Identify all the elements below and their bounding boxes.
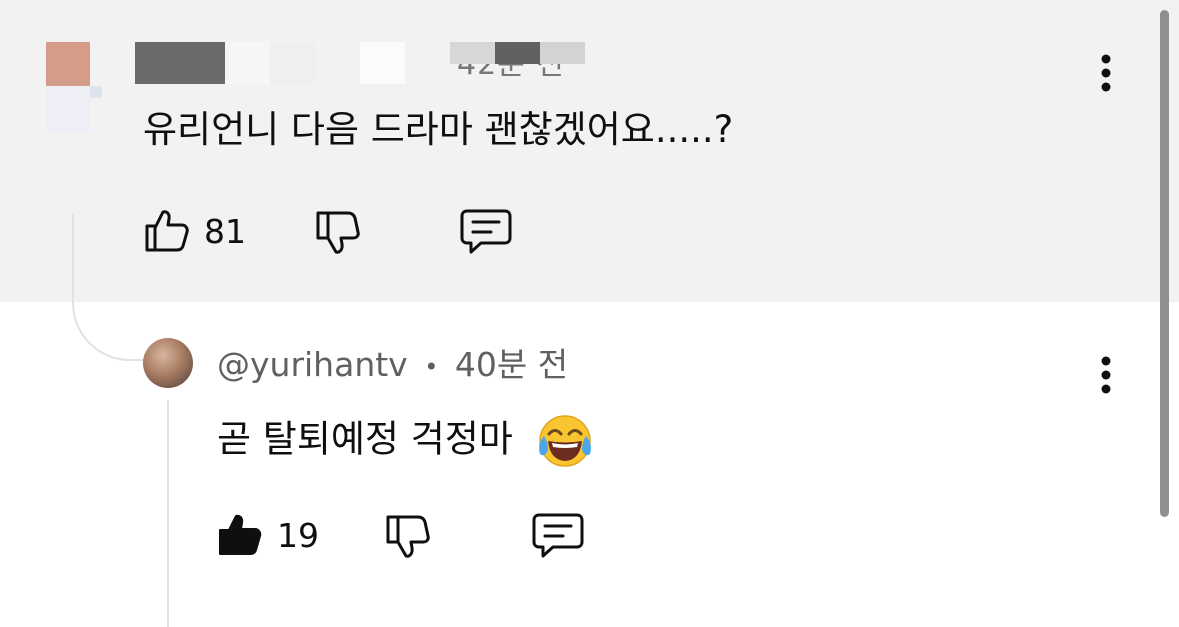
avatar-censored-lower <box>46 86 90 132</box>
more-options-icon[interactable] <box>1093 354 1119 396</box>
reply-icon[interactable] <box>459 207 513 257</box>
like-icon[interactable] <box>143 206 191 254</box>
username-censored-block <box>495 42 540 64</box>
reply-icon[interactable] <box>531 511 585 561</box>
more-options-icon[interactable] <box>1093 52 1119 94</box>
thread-line <box>167 400 169 627</box>
like-count: 19 <box>277 516 319 555</box>
reply-text: 곧 탈퇴예정 걱정마 <box>217 417 513 461</box>
username-censored-block <box>450 42 495 64</box>
avatar[interactable] <box>143 338 193 388</box>
author-name[interactable]: @yurihantv <box>217 345 408 384</box>
dislike-icon[interactable] <box>314 208 362 256</box>
reply-timestamp: 40분 전 <box>454 345 569 384</box>
username-censored-block <box>270 42 315 84</box>
comment-text: 유리언니 다음 드라마 괜찮겠어요.....? <box>143 108 734 151</box>
username-censored[interactable] <box>135 42 225 84</box>
face-with-tears-of-joy-icon <box>538 415 591 467</box>
avatar-censored[interactable] <box>46 42 90 86</box>
username-censored-block <box>540 42 585 64</box>
scrollbar-thumb[interactable] <box>1160 10 1169 517</box>
reply-text-row: 곧 탈퇴예정 걱정마 <box>217 414 595 468</box>
like-count: 81 <box>204 212 246 251</box>
thread-connector <box>72 213 146 361</box>
dislike-icon[interactable] <box>384 512 432 560</box>
reply-meta: @yurihantv • 40분 전 <box>217 348 568 381</box>
meta-separator: • <box>424 352 439 381</box>
like-icon-filled[interactable] <box>216 510 264 558</box>
username-censored-block <box>225 42 270 84</box>
username-censored-block <box>360 42 405 84</box>
avatar-censored-corner <box>90 86 102 98</box>
